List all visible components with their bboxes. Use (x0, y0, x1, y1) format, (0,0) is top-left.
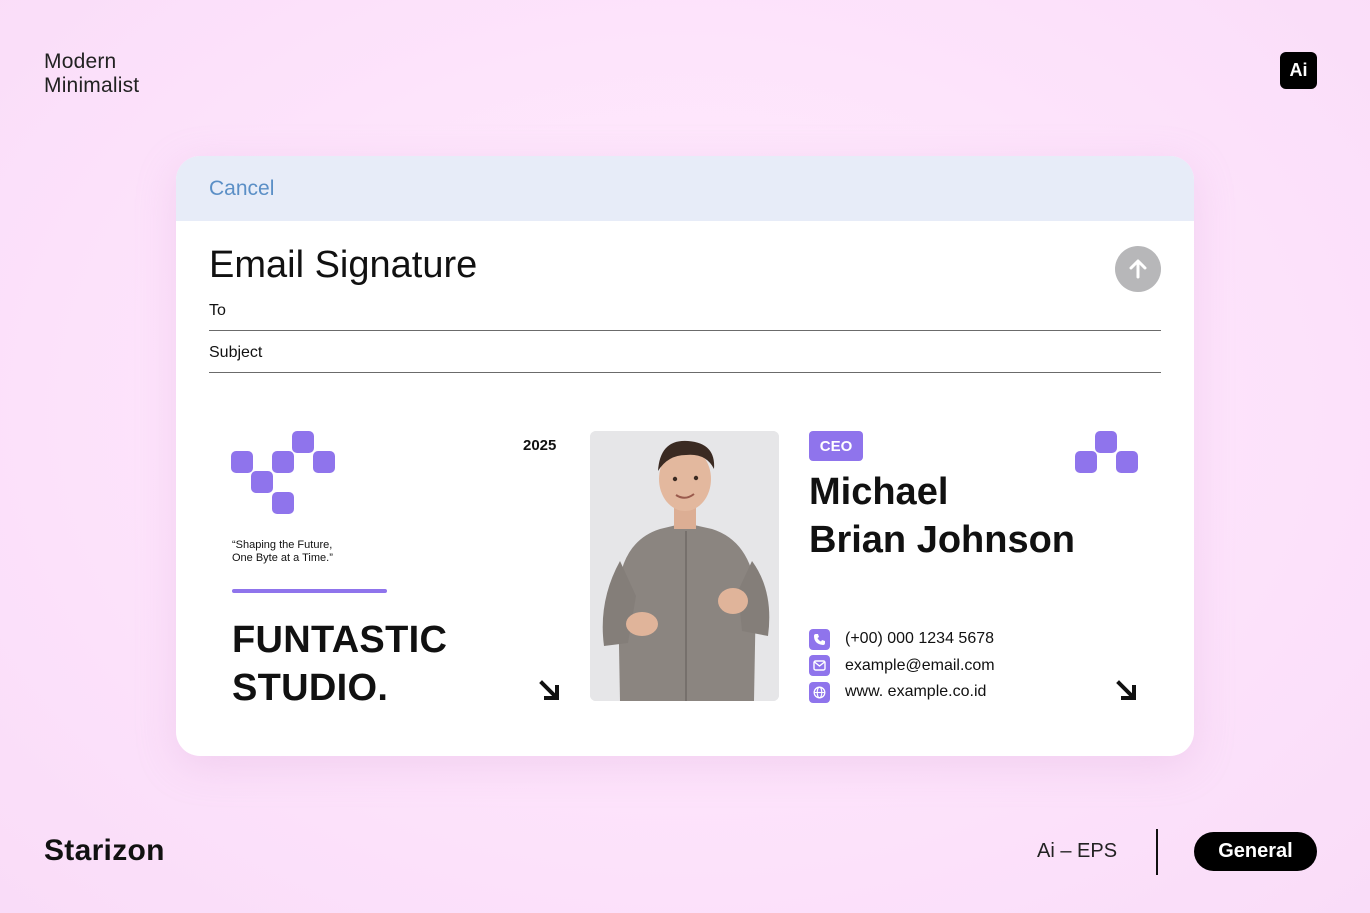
mail-icon (809, 655, 830, 677)
accent-bar (232, 589, 387, 593)
to-label: To (209, 302, 226, 319)
globe-icon (809, 681, 830, 703)
subject-label: Subject (209, 344, 263, 361)
subject-field[interactable]: Subject (209, 337, 1161, 373)
signature-quote: “Shaping the Future, One Byte at a Time.… (232, 539, 362, 565)
contact-phone: (+00) 000 1234 5678 (809, 626, 995, 653)
brand-logo: Starizon (44, 834, 165, 867)
role-badge: CEO (809, 431, 863, 461)
contact-email: example@email.com (809, 653, 995, 680)
contact-website: www. example.co.id (809, 679, 995, 706)
email-address[interactable]: example@email.com (845, 657, 995, 675)
quote-line2: One Byte at a Time.” (232, 552, 333, 564)
profile-photo (590, 431, 779, 701)
person-name-line2: Brian Johnson (809, 519, 1076, 561)
studio-mark-icon (1075, 431, 1138, 473)
year-label: 2025 (523, 437, 557, 454)
person-portrait (590, 431, 779, 701)
cancel-button[interactable]: Cancel (209, 177, 274, 201)
quote-line1: “Shaping the Future, (232, 539, 333, 551)
studio-name: FUNTASTIC STUDIO. (232, 616, 492, 712)
contact-list: (+00) 000 1234 5678 example@email.com ww… (809, 626, 995, 706)
arrow-down-right-icon (1116, 680, 1136, 700)
arrow-up-icon (1129, 259, 1147, 279)
template-title-line1: Modern (44, 50, 117, 73)
send-button[interactable] (1115, 246, 1161, 292)
footer-divider (1156, 829, 1158, 875)
phone-number: (+00) 000 1234 5678 (845, 630, 995, 648)
template-title-line2: Minimalist (44, 74, 140, 97)
studio-logo-icon (231, 431, 335, 514)
person-name-line1: Michael (809, 471, 949, 513)
composer-header-bar: Cancel (176, 156, 1194, 221)
file-formats: Ai – EPS (1037, 840, 1118, 862)
arrow-down-right-icon (539, 680, 559, 700)
illustrator-badge: Ai (1280, 52, 1317, 89)
template-title: Modern Minimalist (44, 50, 139, 98)
composer-title: Email Signature (209, 244, 478, 286)
email-composer-card: Cancel Email Signature To Subject “Shapi… (176, 156, 1194, 756)
website-url[interactable]: www. example.co.id (845, 683, 986, 701)
phone-icon (809, 628, 830, 650)
studio-name-line2: STUDIO. (232, 667, 389, 709)
category-pill: General (1194, 832, 1317, 871)
person-name: Michael Brian Johnson (809, 468, 1075, 564)
studio-name-line1: FUNTASTIC (232, 619, 448, 661)
to-field[interactable]: To (209, 295, 1161, 331)
